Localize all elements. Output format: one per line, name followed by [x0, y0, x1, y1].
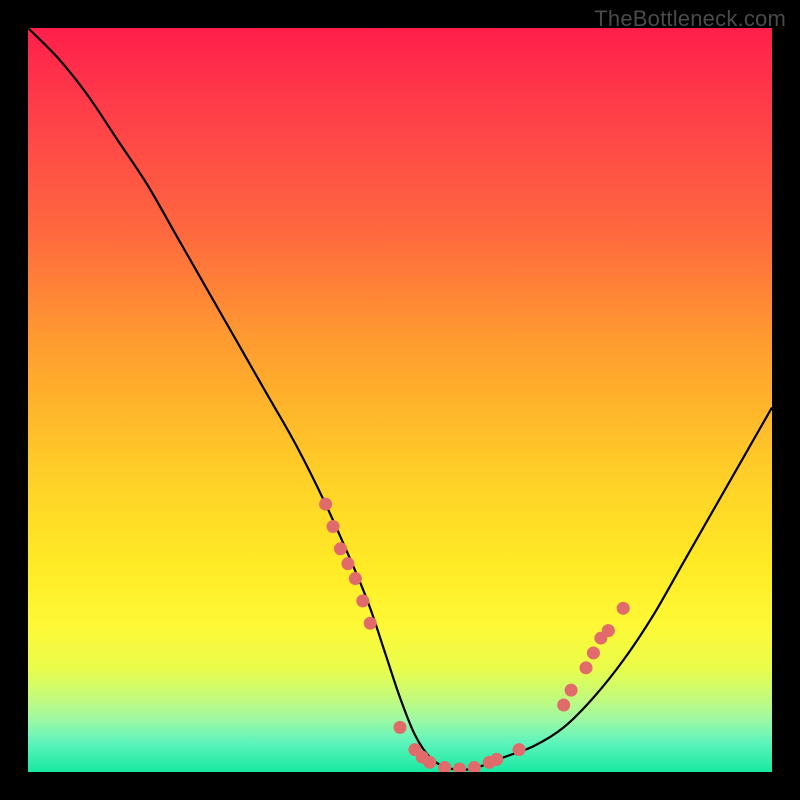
curve-marker	[565, 684, 578, 697]
curve-marker	[423, 756, 436, 769]
curve-marker	[617, 602, 630, 615]
curve-path	[28, 28, 772, 770]
bottleneck-curve	[28, 28, 772, 772]
curve-marker	[602, 624, 615, 637]
plot-area	[28, 28, 772, 772]
curve-marker	[356, 594, 369, 607]
curve-marker	[453, 763, 466, 772]
curve-marker	[319, 498, 332, 511]
curve-marker	[334, 542, 347, 555]
curve-marker	[580, 661, 593, 674]
curve-markers	[319, 498, 630, 772]
curve-marker	[438, 761, 451, 772]
watermark-text: TheBottleneck.com	[594, 6, 786, 32]
curve-marker	[394, 721, 407, 734]
curve-marker	[349, 572, 362, 585]
curve-marker	[513, 743, 526, 756]
curve-marker	[341, 557, 354, 570]
curve-marker	[364, 617, 377, 630]
curve-marker	[587, 646, 600, 659]
curve-marker	[557, 699, 570, 712]
curve-marker	[327, 520, 340, 533]
curve-marker	[468, 761, 481, 772]
curve-marker	[490, 753, 503, 766]
chart-frame: TheBottleneck.com	[0, 0, 800, 800]
